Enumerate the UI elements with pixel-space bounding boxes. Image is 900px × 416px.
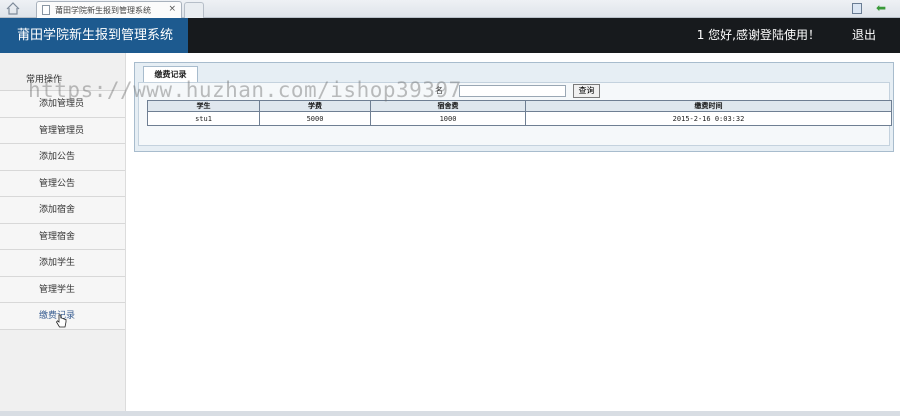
- sidebar-item-add-admin[interactable]: 添加管理员: [0, 91, 125, 118]
- new-tab-button[interactable]: [184, 2, 204, 18]
- status-bar: [0, 411, 900, 416]
- cell-dorm-fee: 1000: [370, 111, 526, 126]
- sidebar-item-manage-student[interactable]: 管理学生: [0, 276, 125, 303]
- search-input[interactable]: [459, 85, 566, 97]
- tab-payment-records[interactable]: 缴费记录: [143, 66, 198, 83]
- home-icon[interactable]: [6, 2, 20, 15]
- table-row: stu1 5000 1000 2015-2-16 0:03:32: [147, 111, 892, 126]
- sidebar-item-manage-admin[interactable]: 管理管理员: [0, 117, 125, 144]
- sidebar: 常用操作 添加管理员 管理管理员 添加公告 管理公告 添加宿舍 管理宿舍 添加学…: [0, 53, 126, 411]
- table-header-row: 学生 学费 宿舍费 缴费时间: [147, 100, 892, 112]
- panel-body: 名 查询 学生 学费 宿舍费 缴费时间 stu1 5000 1000 2015-…: [138, 82, 892, 146]
- sidebar-heading: 常用操作: [0, 53, 125, 91]
- browser-tab-bar: 莆田学院新生报到管理系统 × ⬅: [0, 0, 900, 18]
- column-header-dorm-fee: 宿舍费: [370, 100, 526, 112]
- sidebar-item-manage-notice[interactable]: 管理公告: [0, 170, 125, 197]
- column-header-tuition: 学费: [259, 100, 371, 112]
- sidebar-item-add-student[interactable]: 添加学生: [0, 250, 125, 277]
- app-title: 莆田学院新生报到管理系统: [0, 18, 188, 53]
- close-icon[interactable]: ×: [168, 4, 176, 14]
- sidebar-item-add-dorm[interactable]: 添加宿舍: [0, 197, 125, 224]
- app-header: 莆田学院新生报到管理系统 1 您好,感谢登陆使用！ 退出: [0, 18, 900, 53]
- cell-student: stu1: [147, 111, 260, 126]
- column-header-student: 学生: [147, 100, 260, 112]
- back-arrow-icon[interactable]: ⬅: [876, 1, 886, 15]
- sidebar-item-add-notice[interactable]: 添加公告: [0, 144, 125, 171]
- payment-records-panel: 缴费记录 名 查询 学生 学费 宿舍费 缴费时间 stu1 5000 1000 …: [134, 62, 894, 152]
- search-label: 名: [435, 86, 443, 95]
- save-icon[interactable]: [852, 3, 862, 14]
- sidebar-item-manage-dorm[interactable]: 管理宿舍: [0, 223, 125, 250]
- page-icon: [42, 5, 50, 15]
- browser-tab-title: 莆田学院新生报到管理系统: [55, 6, 151, 15]
- main-content: 缴费记录 名 查询 学生 学费 宿舍费 缴费时间 stu1 5000 1000 …: [126, 53, 900, 411]
- payment-records-table: 学生 学费 宿舍费 缴费时间 stu1 5000 1000 2015-2-16 …: [147, 100, 892, 126]
- column-header-payment-time: 缴费时间: [525, 100, 892, 112]
- browser-tab[interactable]: 莆田学院新生报到管理系统 ×: [36, 1, 182, 18]
- logout-link[interactable]: 退出: [852, 18, 876, 53]
- welcome-text: 1 您好,感谢登陆使用！: [696, 28, 820, 42]
- mouse-cursor-icon: [56, 314, 67, 328]
- cell-tuition: 5000: [259, 111, 371, 126]
- cell-payment-time: 2015-2-16 0:03:32: [525, 111, 892, 126]
- query-button[interactable]: 查询: [573, 84, 600, 98]
